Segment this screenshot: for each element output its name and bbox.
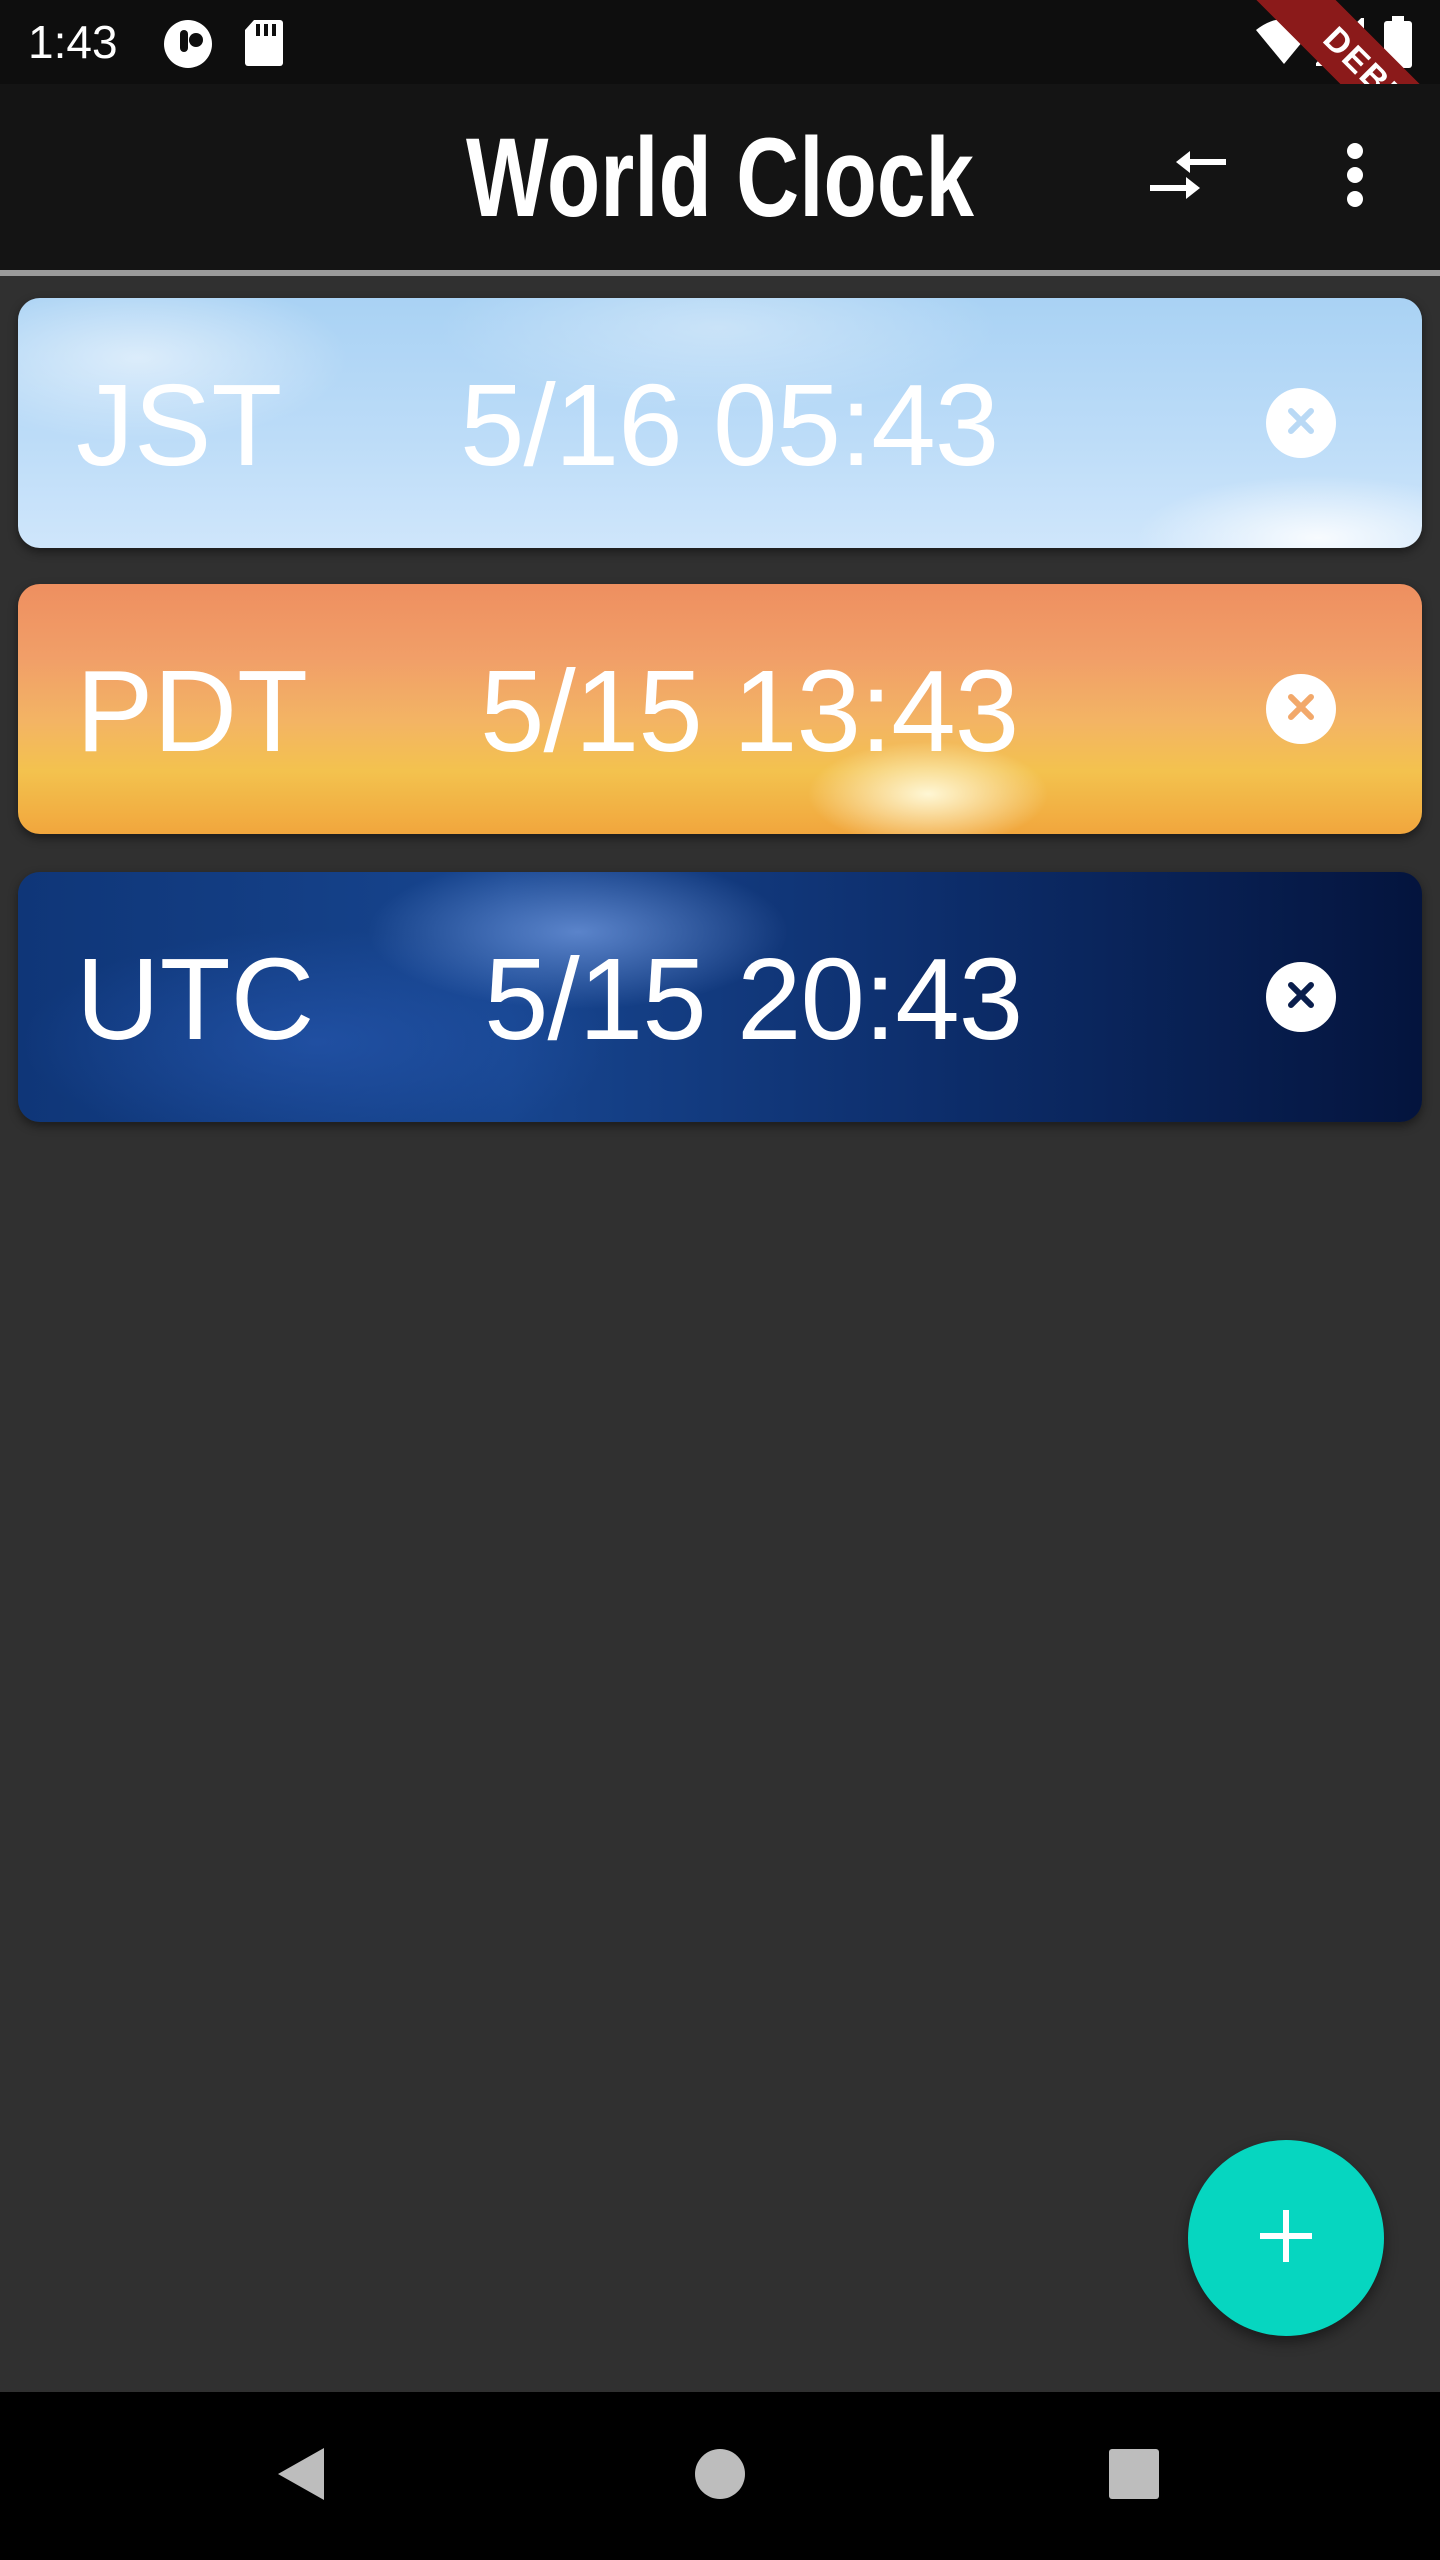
clock-datetime: 5/16 05:43 [460,360,999,490]
close-icon [1283,403,1319,443]
clock-zone: UTC [76,934,315,1064]
home-button[interactable] [670,2426,770,2526]
more-options-button[interactable] [1300,122,1410,232]
app-bar: World Clock [0,84,1440,270]
status-time: 1:43 [28,16,118,68]
compare-arrows-icon [1146,145,1230,209]
navigation-bar [0,2392,1440,2560]
page-title: World Clock [465,115,975,240]
clock-card-utc[interactable]: UTC 5/15 20:43 [18,872,1422,1122]
home-icon [693,2447,747,2505]
notification-app-icon [162,18,214,74]
screen: 1:43 DEBUG World Clock JST 5/16 05:43 PD… [0,0,1440,2560]
remove-clock-button[interactable] [1266,674,1336,744]
clock-card-jst[interactable]: JST 5/16 05:43 [18,298,1422,548]
clock-card-pdt[interactable]: PDT 5/15 13:43 [18,584,1422,834]
cell-signal-icon [1313,15,1364,70]
recents-button[interactable] [1084,2426,1184,2526]
remove-clock-button[interactable] [1266,962,1336,1032]
clock-datetime: 5/15 13:43 [480,646,1019,776]
clock-zone: PDT [76,646,308,776]
compare-button[interactable] [1133,122,1243,232]
app-bar-divider [0,270,1440,276]
clock-datetime: 5/15 20:43 [484,934,1023,1064]
close-icon [1283,977,1319,1017]
back-icon [272,2444,328,2508]
recents-icon [1107,2447,1161,2505]
sd-card-icon [244,18,284,72]
battery-icon [1384,16,1412,72]
clock-zone: JST [76,360,283,490]
add-clock-button[interactable] [1188,2140,1384,2336]
wifi-icon [1254,16,1314,70]
status-bar: 1:43 DEBUG [0,0,1440,200]
close-icon [1283,689,1319,729]
back-button[interactable] [250,2426,350,2526]
plus-icon [1256,2206,1316,2270]
remove-clock-button[interactable] [1266,388,1336,458]
more-vert-icon [1345,143,1365,211]
